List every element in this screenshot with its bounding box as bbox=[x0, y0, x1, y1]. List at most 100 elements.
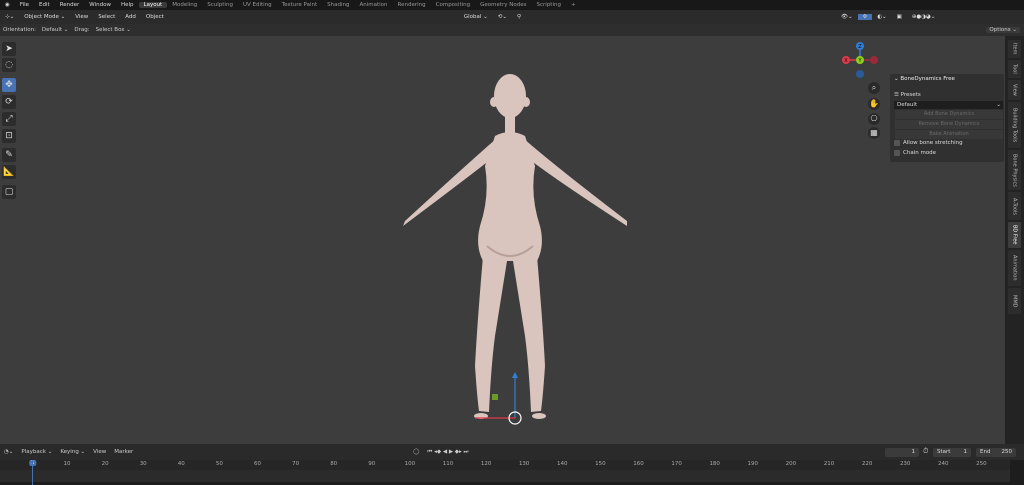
chain-mode-checkbox[interactable]: Chain mode bbox=[894, 150, 936, 156]
xray-icon[interactable]: ▣ bbox=[892, 14, 907, 20]
timeline-tick: 250 bbox=[976, 461, 987, 467]
timeline-tick: 210 bbox=[823, 461, 835, 467]
transform-orientation-select[interactable]: Global ⌄ bbox=[459, 14, 493, 20]
tab-geometry-nodes[interactable]: Geometry Nodes bbox=[475, 2, 531, 8]
annotate-tool-icon[interactable]: ✎ bbox=[2, 148, 16, 162]
tab-uv-editing[interactable]: UV Editing bbox=[238, 2, 277, 8]
menu-add[interactable]: Add bbox=[120, 14, 141, 20]
mode-select[interactable]: Object Mode ⌄ bbox=[19, 14, 70, 20]
timeline-tick: 10 bbox=[63, 461, 71, 467]
playhead-line[interactable] bbox=[32, 460, 33, 485]
tab-scripting[interactable]: Scripting bbox=[532, 2, 566, 8]
menu-window[interactable]: Window bbox=[84, 2, 116, 8]
remove-bone-dynamics-button[interactable]: Remove Bone Dynamics bbox=[895, 120, 1003, 129]
timeline-tick: 170 bbox=[671, 461, 682, 467]
bonedynamics-panel: ⌄ BoneDynamics Free ☰ Presets Default ⌄ A… bbox=[890, 74, 1004, 162]
drag-select[interactable]: Select Box ⌄ bbox=[93, 27, 134, 33]
camera-icon[interactable]: ⎔ bbox=[868, 113, 880, 125]
orientation-select[interactable]: Default ⌄ bbox=[39, 27, 71, 33]
timeline-tracks[interactable] bbox=[0, 470, 1010, 482]
pivot-icon[interactable]: ⟲⌄ bbox=[493, 14, 512, 20]
rotate-tool-icon[interactable]: ⟳ bbox=[2, 95, 16, 109]
marker-menu[interactable]: Marker bbox=[110, 449, 137, 455]
panel-title[interactable]: ⌄ BoneDynamics Free bbox=[894, 76, 955, 82]
tab-compositing[interactable]: Compositing bbox=[431, 2, 475, 8]
timeline-tick: 80 bbox=[330, 461, 338, 467]
sidebar-tab-building-tools[interactable]: Building Tools bbox=[1008, 102, 1021, 148]
timeline-tick: 70 bbox=[292, 461, 300, 467]
measure-tool-icon[interactable]: 📐 bbox=[2, 165, 16, 179]
presets-label[interactable]: ☰ Presets bbox=[894, 92, 921, 98]
menu-help[interactable]: Help bbox=[116, 2, 139, 8]
tab-sculpting[interactable]: Sculpting bbox=[202, 2, 238, 8]
tab-shading[interactable]: Shading bbox=[322, 2, 354, 8]
stopwatch-icon[interactable]: ⏱ bbox=[923, 447, 928, 456]
keying-menu[interactable]: Keying ⌄ bbox=[56, 449, 89, 455]
sidebar-tab-bd-free[interactable]: BD Free bbox=[1008, 222, 1021, 248]
transform-tool-icon[interactable]: ⊡ bbox=[2, 129, 16, 143]
options-button[interactable]: Options ⌄ bbox=[986, 27, 1020, 33]
bake-animation-button[interactable]: Bake Animation bbox=[895, 130, 1003, 139]
timeline-tick: 180 bbox=[709, 461, 720, 467]
timeline-view-menu[interactable]: View bbox=[89, 449, 110, 455]
viewport-header: ⊹⌄ Object Mode ⌄ View Select Add Object … bbox=[0, 10, 1024, 24]
top-bar: ◉ File Edit Render Window Help Layout Mo… bbox=[0, 0, 1024, 10]
menu-file[interactable]: File bbox=[15, 2, 34, 8]
checkbox-label: Chain mode bbox=[903, 150, 937, 156]
menu-view[interactable]: View bbox=[70, 14, 93, 20]
overlay-icon[interactable]: ◐⌄ bbox=[872, 14, 891, 20]
timeline-tick: 110 bbox=[442, 461, 454, 467]
snap-icon[interactable]: ⚲ bbox=[512, 14, 526, 20]
3d-viewport[interactable]: ➤ ◌ ✥ ⟳ ⤢ ⊡ ✎ 📐 ▢ Z X Y ⌕ ✋ ⎔ ▦ ⌄ BoneDy… bbox=[0, 36, 1005, 444]
sidebar-tab-a-tools[interactable]: A-Tools bbox=[1008, 192, 1021, 220]
playback-menu[interactable]: Playback ⌄ bbox=[17, 449, 56, 455]
shading-modes-icon[interactable]: ⊕●◑◕⌄ bbox=[907, 14, 941, 20]
transform-gizmo[interactable] bbox=[465, 366, 535, 426]
grid-icon[interactable]: ▦ bbox=[868, 127, 880, 139]
scale-tool-icon[interactable]: ⤢ bbox=[2, 112, 16, 126]
preset-select[interactable]: Default ⌄ bbox=[894, 101, 1003, 109]
move-tool-icon[interactable]: ✥ bbox=[2, 78, 16, 92]
tab-animation[interactable]: Animation bbox=[354, 2, 392, 8]
timeline-editor-icon[interactable]: ◔⌄ bbox=[0, 449, 17, 455]
tab-rendering[interactable]: Rendering bbox=[393, 2, 431, 8]
timeline-tick: 220 bbox=[861, 461, 873, 467]
add-cube-tool-icon[interactable]: ▢ bbox=[2, 185, 16, 199]
playback-controls[interactable]: ⏮ ◂◆ ◀ ▶ ◆▸ ⏭ bbox=[423, 449, 472, 456]
cursor-tool-icon[interactable]: ◌ bbox=[2, 58, 16, 72]
menu-object[interactable]: Object bbox=[141, 14, 169, 20]
auto-keying-icon[interactable]: ◯ bbox=[409, 449, 423, 455]
tab-modeling[interactable]: Modeling bbox=[167, 2, 202, 8]
tool-settings-bar: Orientation: Default ⌄ Drag: Select Box … bbox=[0, 24, 1024, 36]
sidebar-tab-mmd[interactable]: MMD bbox=[1008, 288, 1021, 314]
preset-value: Default bbox=[897, 102, 918, 108]
sidebar-tab-animation[interactable]: Animation bbox=[1008, 250, 1021, 286]
sidebar-tab-bone-physics[interactable]: Bone Physics bbox=[1008, 150, 1021, 190]
menu-edit[interactable]: Edit bbox=[34, 2, 55, 8]
editor-type-icon[interactable]: ⊹⌄ bbox=[0, 14, 19, 20]
tab-texture-paint[interactable]: Texture Paint bbox=[277, 2, 323, 8]
current-frame-field[interactable]: 1 bbox=[885, 448, 919, 457]
allow-bone-stretching-checkbox[interactable]: Allow bone stretching bbox=[894, 140, 963, 146]
gizmo-toggle-icon[interactable]: ✣ bbox=[857, 14, 873, 20]
menu-select[interactable]: Select bbox=[93, 14, 120, 20]
end-frame-field[interactable]: End 250 bbox=[976, 448, 1016, 457]
add-workspace-button[interactable]: + bbox=[566, 2, 581, 8]
tab-layout[interactable]: Layout bbox=[138, 2, 168, 8]
sidebar-tab-tool[interactable]: Tool bbox=[1008, 60, 1021, 78]
visibility-icon[interactable]: 👁⌄ bbox=[836, 14, 858, 20]
sidebar-tab-view[interactable]: View bbox=[1008, 80, 1021, 100]
blender-logo-icon[interactable]: ◉ bbox=[0, 2, 15, 8]
add-bone-dynamics-button[interactable]: Add Bone Dynamics bbox=[895, 110, 1003, 119]
select-tool-icon[interactable]: ➤ bbox=[2, 42, 16, 56]
timeline-tick: 40 bbox=[177, 461, 185, 467]
zoom-icon[interactable]: ⌕ bbox=[868, 82, 880, 94]
sidebar-tab-item[interactable]: Item bbox=[1008, 40, 1021, 58]
start-frame-field[interactable]: Start 1 bbox=[933, 448, 971, 457]
navigation-gizmo[interactable]: Z X Y bbox=[840, 40, 880, 80]
gizmo-z-label: Z bbox=[858, 44, 862, 50]
timeline-ruler[interactable]: 1102030405060708090100110120130140150160… bbox=[0, 460, 1010, 470]
timeline-tick: 140 bbox=[557, 461, 568, 467]
menu-render[interactable]: Render bbox=[55, 2, 85, 8]
pan-hand-icon[interactable]: ✋ bbox=[868, 98, 880, 110]
